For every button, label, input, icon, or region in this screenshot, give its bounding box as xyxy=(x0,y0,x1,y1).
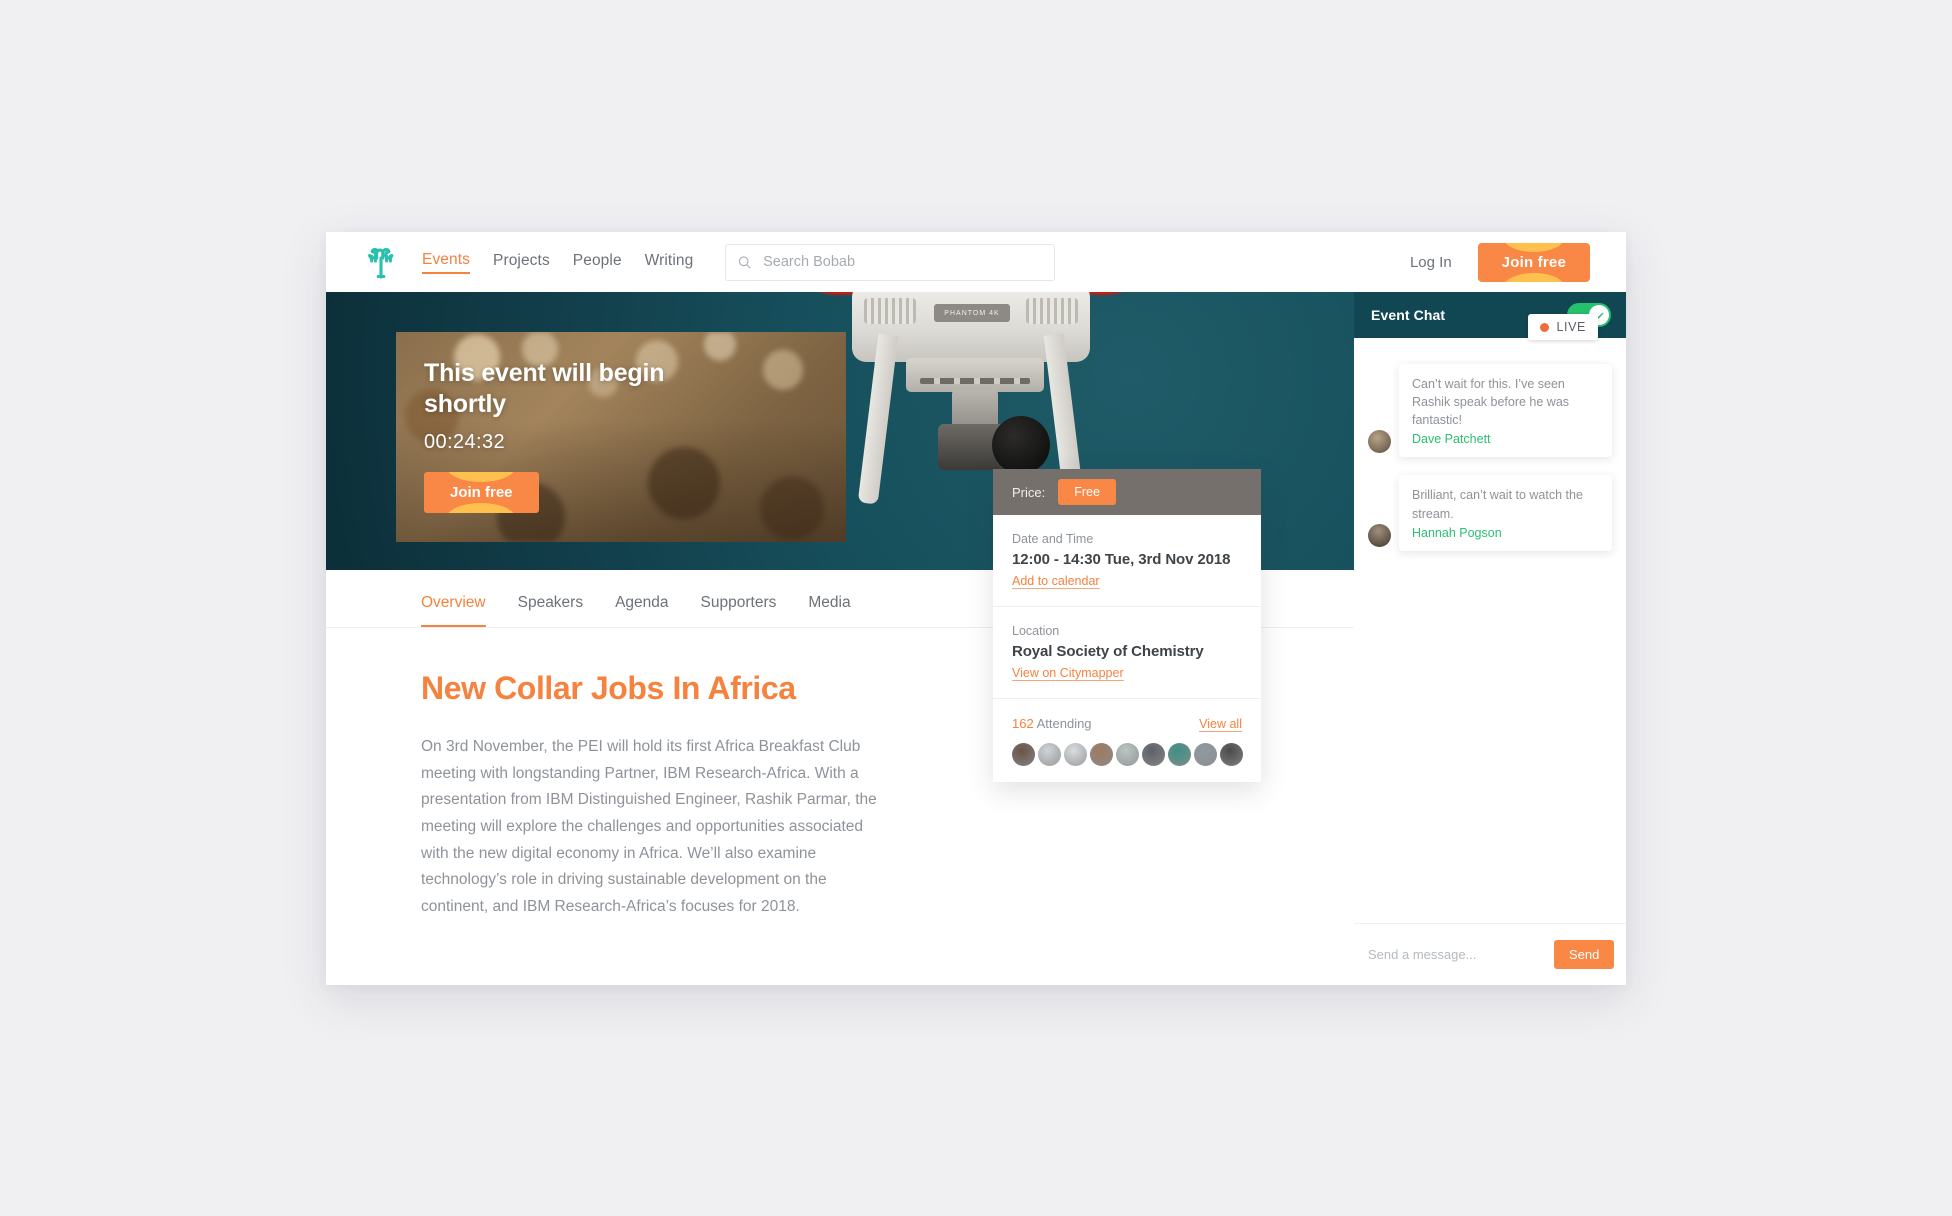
date-time-value: 12:00 - 14:30 Tue, 3rd Nov 2018 xyxy=(1012,551,1231,568)
event-article: New Collar Jobs In Africa On 3rd Novembe… xyxy=(326,628,886,921)
header-actions: Log In Join free xyxy=(1410,242,1626,282)
chat-messages: Can’t wait for this. I’ve seen Rashik sp… xyxy=(1354,338,1626,923)
chat-message-author: Hannah Pogson xyxy=(1412,525,1502,540)
price-badge: Free xyxy=(1058,479,1116,505)
app-window: Events Projects People Writing Log In Jo… xyxy=(326,232,1626,985)
stream-placeholder-overlay: This event will begin shortly 00:24:32 J… xyxy=(396,332,846,542)
location-value: Royal Society of Chemistry xyxy=(1012,643,1204,660)
attendee-avatars xyxy=(1012,743,1243,766)
search-icon xyxy=(739,255,751,269)
avatar[interactable] xyxy=(1142,743,1165,766)
chat-message: Can’t wait for this. I’ve seen Rashik sp… xyxy=(1368,364,1612,458)
chat-bubble: Brilliant, can’t wait to watch the strea… xyxy=(1399,475,1612,551)
avatar[interactable] xyxy=(1038,743,1061,766)
chat-message-text: Can’t wait for this. I’ve seen Rashik sp… xyxy=(1412,377,1570,428)
join-free-label: Join free xyxy=(1501,253,1566,271)
tab-media[interactable]: Media xyxy=(808,594,850,627)
overlay-join-free-label: Join free xyxy=(450,484,513,501)
site-header: Events Projects People Writing Log In Jo… xyxy=(326,232,1626,292)
avatar[interactable] xyxy=(1090,743,1113,766)
tab-supporters[interactable]: Supporters xyxy=(701,594,777,627)
tab-speakers[interactable]: Speakers xyxy=(518,594,583,627)
attending-count: 162 Attending xyxy=(1012,716,1092,731)
view-on-citymapper-link[interactable]: View on Citymapper xyxy=(1012,666,1124,681)
send-button[interactable]: Send xyxy=(1554,940,1615,969)
join-free-button[interactable]: Join free xyxy=(1477,242,1590,282)
drone-badge: PHANTOM 4K xyxy=(934,304,1010,322)
avatar[interactable] xyxy=(1064,743,1087,766)
nav-item-events[interactable]: Events xyxy=(422,251,470,274)
chat-title: Event Chat xyxy=(1371,307,1446,323)
avatar xyxy=(1368,430,1391,454)
countdown-timer: 00:24:32 xyxy=(424,431,506,453)
add-to-calendar-link[interactable]: Add to calendar xyxy=(1012,574,1100,589)
attending-number: 162 xyxy=(1012,716,1034,731)
article-body: On 3rd November, the PEI will hold its f… xyxy=(421,738,877,915)
search-input[interactable] xyxy=(763,254,1043,270)
attending-label: Attending xyxy=(1036,716,1092,731)
baobab-tree-logo-icon[interactable] xyxy=(362,243,400,281)
avatar[interactable] xyxy=(1168,743,1191,766)
main-nav: Events Projects People Writing xyxy=(422,251,693,274)
price-row: Price: Free xyxy=(993,469,1261,515)
tab-overview[interactable]: Overview xyxy=(421,594,486,627)
page-title: New Collar Jobs In Africa xyxy=(421,670,796,706)
live-badge: LIVE xyxy=(1527,314,1598,340)
attending-section: 162 Attending View all xyxy=(993,699,1261,782)
nav-item-projects[interactable]: Projects xyxy=(493,252,550,273)
search-box[interactable] xyxy=(725,243,1056,281)
chat-message-input[interactable] xyxy=(1368,947,1544,962)
event-details-card: Price: Free Date and Time 12:00 - 14:30 … xyxy=(993,469,1261,782)
tab-agenda[interactable]: Agenda xyxy=(615,594,668,627)
avatar xyxy=(1368,523,1391,547)
chat-composer: Send xyxy=(1354,923,1626,985)
avatar[interactable] xyxy=(1194,743,1217,766)
location-label: Location xyxy=(1012,624,1060,638)
view-all-link[interactable]: View all xyxy=(1199,717,1242,732)
avatar[interactable] xyxy=(1220,743,1243,766)
live-dot-icon xyxy=(1539,322,1549,332)
login-button[interactable]: Log In xyxy=(1410,254,1452,271)
location-section: Location Royal Society of Chemistry View… xyxy=(993,607,1261,699)
avatar[interactable] xyxy=(1012,743,1035,766)
chat-message: Brilliant, can’t wait to watch the strea… xyxy=(1368,475,1612,551)
nav-item-writing[interactable]: Writing xyxy=(645,252,694,273)
chat-bubble: Can’t wait for this. I’ve seen Rashik sp… xyxy=(1399,364,1612,458)
avatar[interactable] xyxy=(1116,743,1139,766)
chat-message-text: Brilliant, can’t wait to watch the strea… xyxy=(1412,488,1583,521)
live-label: LIVE xyxy=(1556,320,1586,334)
nav-item-people[interactable]: People xyxy=(573,252,622,273)
date-time-section: Date and Time 12:00 - 14:30 Tue, 3rd Nov… xyxy=(993,515,1261,607)
event-chat-panel: Event Chat Can’t wait for this. I’ve see… xyxy=(1354,292,1626,985)
overlay-title: This event will begin shortly xyxy=(424,359,665,418)
date-time-label: Date and Time xyxy=(1012,532,1094,546)
price-label: Price: xyxy=(1012,484,1046,500)
chat-message-author: Dave Patchett xyxy=(1412,432,1491,447)
overlay-join-free-button[interactable]: Join free xyxy=(424,472,539,513)
